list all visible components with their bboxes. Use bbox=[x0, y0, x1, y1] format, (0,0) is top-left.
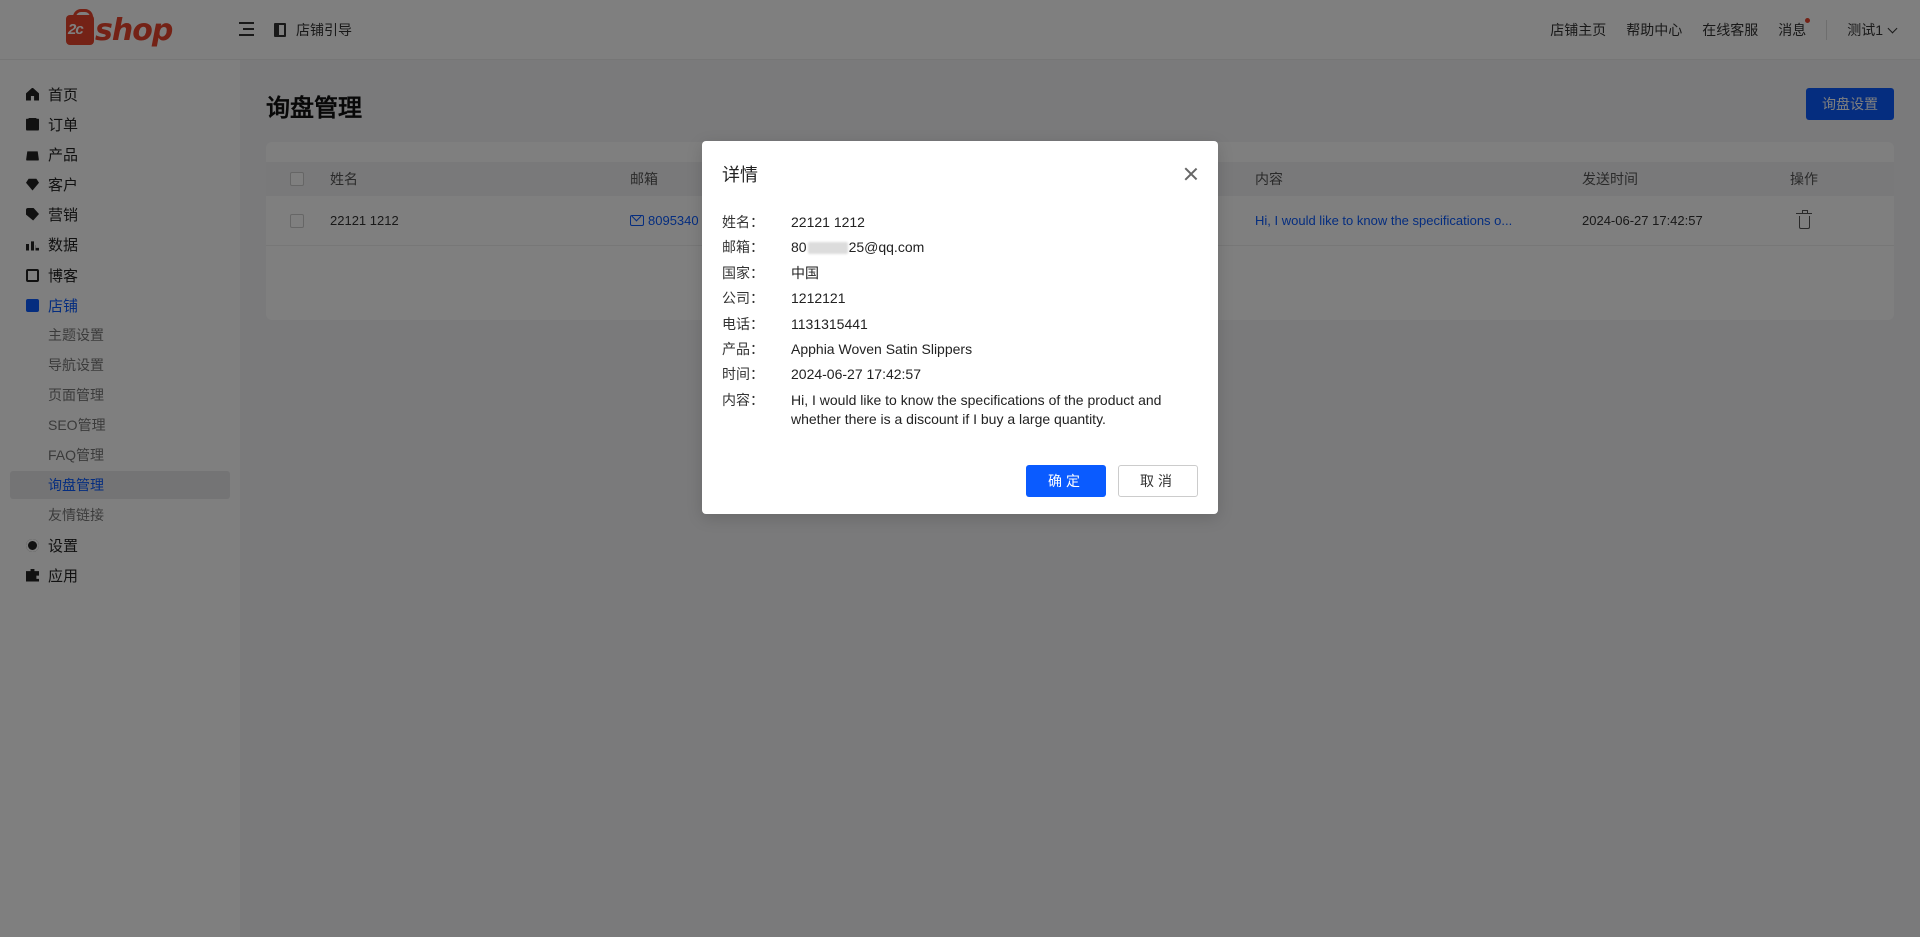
cancel-button[interactable]: 取消 bbox=[1118, 465, 1198, 497]
detail-email: 80 25@qq.com bbox=[791, 239, 925, 255]
redacted-mask bbox=[807, 242, 848, 255]
detail-name-row: 姓名： 22121 1212 bbox=[722, 214, 865, 230]
detail-time-row: 时间： 2024-06-27 17:42:57 bbox=[722, 366, 921, 382]
confirm-button[interactable]: 确定 bbox=[1026, 465, 1106, 497]
close-icon[interactable] bbox=[1184, 167, 1198, 181]
detail-phone-row: 电话： 1131315441 bbox=[722, 316, 868, 332]
detail-content-row: 内容： Hi, I would like to know the specific… bbox=[722, 392, 1162, 427]
detail-company-row: 公司： 1212121 bbox=[722, 290, 846, 306]
detail-product-row: 产品： Apphia Woven Satin Slippers bbox=[722, 341, 973, 357]
detail-email-row: 邮箱： 80 25@qq.com bbox=[722, 238, 1202, 257]
detail-country-row: 国家： 中国 bbox=[722, 265, 819, 281]
detail-modal: 详情 姓名： 22121 1212 邮箱： 80 25@qq.com 国家： 中国 公司… bbox=[702, 141, 1218, 514]
modal-title: 详情 bbox=[722, 165, 758, 185]
